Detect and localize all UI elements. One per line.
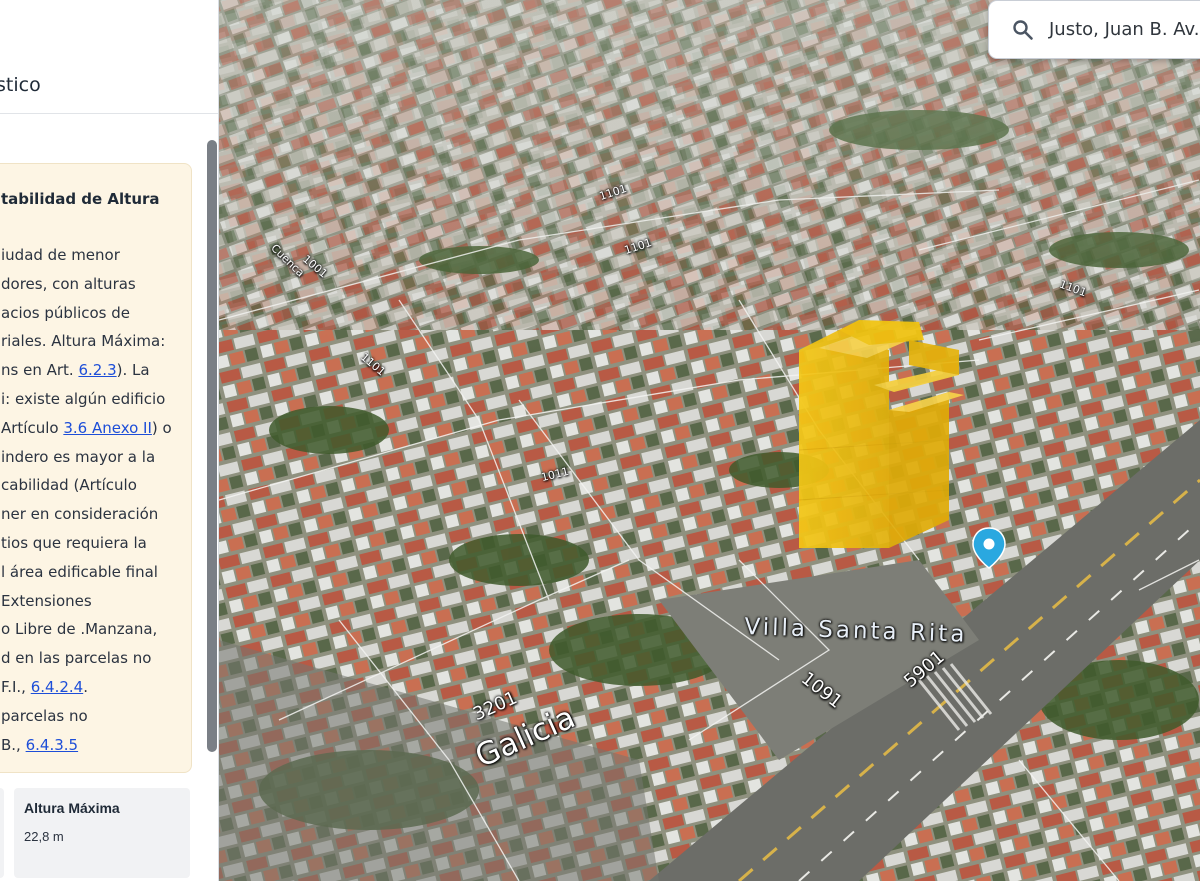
notice-line-text: dores, con alturas: [1, 274, 136, 293]
satellite-imagery: [219, 0, 1200, 881]
panel-header: stico: [0, 0, 218, 114]
notice-line-text: ) o: [151, 418, 172, 437]
max-height-card: Altura Máxima 22,8 m: [14, 788, 190, 878]
notice-line: iudad de menor: [1, 241, 201, 270]
notice-line-text: ). La: [116, 361, 150, 380]
notice-line-text: tios que requiera la: [1, 533, 147, 552]
notice-title: tabilidad de Altura: [1, 190, 160, 208]
article-link[interactable]: 6.4.2.4: [31, 678, 83, 696]
notice-line-text: ns en Art.: [1, 361, 79, 380]
notice-line: riales. Altura Máxima:: [1, 327, 201, 356]
max-height-label: Altura Máxima: [24, 800, 120, 816]
notice-line-text: d en las parcelas no: [1, 649, 152, 668]
notice-line-text: iudad de menor: [1, 246, 120, 264]
notice-line: F.I., 6.4.2.4.: [1, 673, 201, 702]
notice-line: l área edificable final: [1, 558, 201, 587]
notice-line-text: ner en consideración: [1, 505, 159, 524]
notice-line-text: i: existe algún edificio: [1, 389, 166, 408]
search-input[interactable]: Justo, Juan B. Av.: [1049, 19, 1200, 40]
search-box[interactable]: Justo, Juan B. Av.: [988, 0, 1200, 59]
notice-line-text: B.,: [1, 735, 26, 754]
article-link[interactable]: 6.4.3.5: [26, 736, 78, 754]
notice-line: indero es mayor a la: [1, 443, 201, 472]
notice-line: tios que requiera la: [1, 529, 201, 558]
notice-line-text: Extensiones: [1, 591, 92, 610]
stat-card-previous: [0, 788, 4, 878]
map-3d-view[interactable]: 1011 1101 1101 1101 1001 Cuenca 1101: [219, 0, 1200, 881]
search-icon: [1013, 20, 1033, 40]
notice-line-text: o Libre de .Manzana,: [1, 620, 158, 639]
notice-line: B., 6.4.3.5: [1, 731, 201, 760]
notice-line-text: l área edificable final: [1, 562, 158, 581]
notice-line: d en las parcelas no: [1, 644, 201, 673]
notice-line: Artículo 3.6 Anexo II) o: [1, 414, 201, 443]
notice-line-text: Artículo: [1, 418, 64, 437]
notice-line-text: acios públicos de: [1, 303, 131, 322]
notice-line: cabilidad (Artículo: [1, 471, 201, 500]
notice-line: o Libre de .Manzana,: [1, 615, 201, 644]
notice-line: dores, con alturas: [1, 270, 201, 299]
article-link[interactable]: 6.2.3: [78, 361, 116, 379]
notice-line: Extensiones: [1, 587, 201, 616]
extruded-building: [798, 320, 964, 548]
height-notice-card: tabilidad de Altura iudad de menor dores,…: [0, 163, 192, 773]
notice-line-text: cabilidad (Artículo: [1, 476, 137, 495]
notice-line-text: riales. Altura Máxima:: [1, 332, 166, 351]
info-panel: stico tabilidad de Altura iudad de menor…: [0, 0, 219, 881]
panel-scrollbar[interactable]: [207, 140, 217, 752]
notice-line: i: existe algún edificio: [1, 385, 201, 414]
panel-title: stico: [0, 74, 41, 96]
notice-line: acios públicos de: [1, 299, 201, 328]
notice-body: iudad de menor dores, con alturas acios pú…: [1, 241, 201, 759]
notice-line-text: parcelas no: [1, 706, 88, 725]
notice-line: ner en consideración: [1, 500, 201, 529]
article-link[interactable]: 3.6 Anexo II: [63, 419, 152, 437]
max-height-value: 22,8 m: [24, 829, 64, 844]
notice-line-text: indero es mayor a la: [1, 447, 156, 466]
notice-line-text: F.I.,: [1, 677, 31, 696]
notice-line-text: .: [83, 677, 88, 696]
notice-line: ns en Art. 6.2.3). La: [1, 356, 201, 385]
notice-line: parcelas no: [1, 702, 201, 731]
